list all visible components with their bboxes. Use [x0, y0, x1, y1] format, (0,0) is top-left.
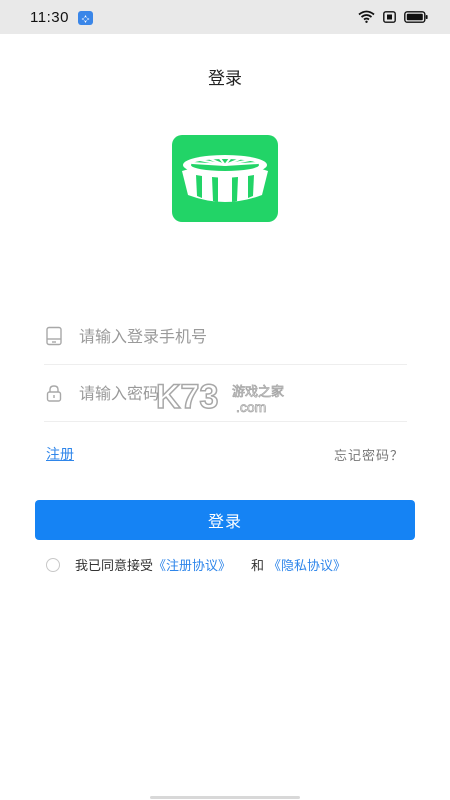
- status-icons: [358, 10, 428, 23]
- password-field: [44, 365, 407, 422]
- agreement-prefix: 我已同意接受: [75, 559, 154, 574]
- register-agreement-link[interactable]: 《注册协议》: [153, 555, 231, 574]
- notification-icon: [78, 11, 93, 25]
- home-indicator[interactable]: [150, 796, 300, 799]
- agreement-row: 我已同意接受 《注册协议》 和 《隐私协议》: [46, 555, 346, 574]
- sim-icon: [383, 10, 396, 23]
- phone-icon: [44, 326, 64, 346]
- status-bar: 11:30: [0, 0, 450, 34]
- agreement-and: 和: [251, 559, 265, 574]
- status-time: 11:30: [30, 9, 69, 26]
- wifi-icon: [358, 10, 375, 23]
- battery-icon: [404, 10, 428, 23]
- page-title: 登录: [208, 69, 242, 89]
- phone-field: [44, 308, 407, 365]
- app-logo-icon: [172, 135, 278, 222]
- forgot-password-link[interactable]: 忘记密码？: [334, 445, 404, 464]
- register-link[interactable]: 注册: [46, 444, 74, 464]
- privacy-agreement-link[interactable]: 《隐私协议》: [268, 555, 346, 574]
- lock-icon: [44, 383, 64, 403]
- login-screen: 11:30 登录 请输入登录手机号 K73 游戏之家 .com 注册 忘记密码？…: [0, 0, 450, 800]
- password-input[interactable]: [79, 375, 399, 411]
- agreement-checkbox[interactable]: [46, 557, 60, 572]
- phone-input[interactable]: [79, 318, 399, 354]
- login-button[interactable]: 登录: [35, 500, 415, 540]
